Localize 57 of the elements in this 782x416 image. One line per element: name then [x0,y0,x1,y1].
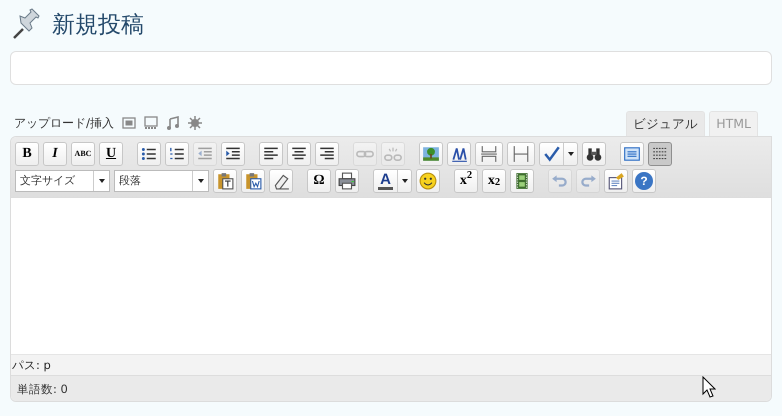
toolbar-button[interactable] [287,142,311,166]
toolbar-button[interactable] [213,168,237,193]
format-button[interactable]: B [15,142,39,166]
eraser-icon [272,172,290,190]
add-image-icon[interactable] [122,116,136,130]
format-button[interactable]: U [99,142,123,166]
toolbar-button[interactable] [335,168,359,193]
caret-icon [196,176,204,185]
path-indicator: パス: p [11,354,771,376]
smiley-icon [419,172,437,190]
page-break-icon [480,144,498,163]
toolbar-button[interactable] [416,168,440,193]
toolbar-button[interactable] [582,142,606,166]
caret-icon [98,176,106,185]
title-input[interactable] [10,50,772,84]
upload-insert-label: アップロード/挿入 [14,115,114,132]
dropdown-select[interactable]: 段落 [114,170,209,192]
toolbar-button[interactable] [604,168,628,193]
clipboard-icon [216,172,234,190]
caret-icon [400,176,408,185]
toolbar-button[interactable] [241,168,265,193]
format-button[interactable]: ABC [71,142,95,166]
printer-icon [338,172,356,190]
format-button[interactable]: Ω [307,168,331,193]
editor-tab[interactable]: ビジュアル [626,110,706,136]
format-button[interactable]: I [43,142,67,166]
format-button[interactable]: x$_{2}$ [482,168,506,193]
page-heading: 新規投稿 [52,11,144,40]
mouse-cursor-icon [702,376,716,398]
spellcheck-split-button[interactable] [539,142,578,166]
document-properties-icon [607,172,625,190]
toolbar-button[interactable] [221,142,245,166]
toolbar-button[interactable] [137,142,161,166]
toolbar-button[interactable] [165,142,189,166]
dropdown-select[interactable]: 文字サイズ [15,170,110,192]
toolbar-button[interactable] [510,168,534,193]
toolbar-button[interactable] [475,142,503,166]
add-video-icon[interactable] [144,116,158,130]
toolbar-button[interactable] [507,142,535,166]
caret-icon [566,150,574,158]
word-count: 単語数: 0 [11,375,771,402]
toolbar-button[interactable] [447,142,471,166]
toolbar-button[interactable] [648,142,672,166]
spellcheck-icon [542,144,560,163]
clipboard-icon [244,172,262,190]
page-break-icon [512,144,530,163]
format-button[interactable]: x$^{2}$ [454,168,478,193]
text-color-split-button[interactable]: A [373,168,412,193]
toolbar-button[interactable] [315,142,339,166]
broken-link-icon [384,144,402,163]
help-button[interactable]: ? [632,168,656,193]
starburst-icon[interactable] [188,116,202,130]
music-note-icon[interactable] [166,116,180,130]
image-icon [422,144,440,163]
toolbar-button[interactable] [259,142,283,166]
fullscreen-icon [623,144,641,163]
toolbar-button[interactable] [269,168,293,193]
